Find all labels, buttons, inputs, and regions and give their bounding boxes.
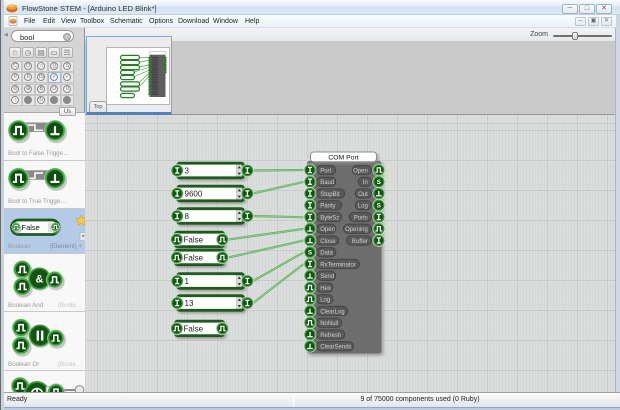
svg-text:Refresh: Refresh <box>320 333 341 339</box>
svg-text:In: In <box>363 180 368 186</box>
svg-text:ClearSends: ClearSends <box>320 345 351 351</box>
svg-text:NoNull: NoNull <box>320 321 338 327</box>
svg-text:13: 13 <box>185 299 194 308</box>
svg-text:Baud: Baud <box>320 180 334 186</box>
svg-text:&: & <box>36 274 44 286</box>
svg-text:Buffer: Buffer <box>352 239 368 245</box>
svg-text:Open: Open <box>353 168 368 174</box>
svg-text:ByteSz: ByteSz <box>320 215 339 221</box>
svg-text:StopBit: StopBit <box>320 192 340 198</box>
svg-text:Log: Log <box>358 204 368 210</box>
svg-text:Data: Data <box>320 251 333 257</box>
svg-text:Port: Port <box>320 168 331 174</box>
svg-text:Open: Open <box>320 227 335 233</box>
svg-text:3: 3 <box>185 166 190 175</box>
svg-text:S: S <box>377 179 382 186</box>
svg-text:1: 1 <box>185 277 190 286</box>
svg-text:Log: Log <box>320 298 330 304</box>
svg-text:COM Port: COM Port <box>328 154 358 161</box>
svg-text:RxTerminator: RxTerminator <box>320 262 356 268</box>
svg-text:False: False <box>184 253 204 262</box>
svg-text:False: False <box>184 235 204 244</box>
svg-text:False: False <box>22 223 40 232</box>
svg-text:Parity: Parity <box>320 204 335 210</box>
svg-text:Send: Send <box>320 274 334 280</box>
svg-text:S: S <box>308 249 313 256</box>
svg-text:Close: Close <box>320 239 336 245</box>
svg-text:8: 8 <box>185 212 190 221</box>
svg-text:S: S <box>377 202 382 209</box>
svg-text:False: False <box>184 324 204 333</box>
svg-text:ClearLog: ClearLog <box>320 309 344 315</box>
svg-text:Opening: Opening <box>345 227 368 233</box>
svg-text:Out: Out <box>358 192 368 198</box>
svg-text:9600: 9600 <box>185 189 203 198</box>
svg-text:Ports: Ports <box>354 215 368 221</box>
svg-text:Hex: Hex <box>320 286 331 292</box>
